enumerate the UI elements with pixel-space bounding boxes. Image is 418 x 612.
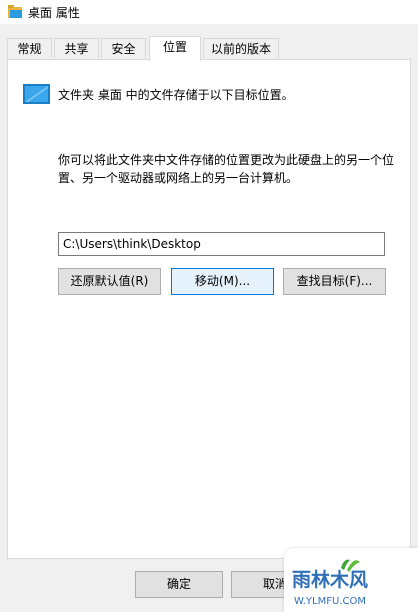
ok-button[interactable]: 确定: [135, 571, 223, 598]
tab-general[interactable]: 常规: [7, 38, 52, 58]
watermark-logo: 雨林木风 W.YLMFU.COM: [284, 548, 418, 612]
tab-security[interactable]: 安全: [101, 38, 146, 58]
tab-sharing[interactable]: 共享: [54, 38, 99, 58]
location-intro-text: 文件夹 桌面 中的文件存储于以下目标位置。: [58, 88, 294, 102]
move-button[interactable]: 移动(M)...: [171, 268, 274, 295]
find-target-button[interactable]: 查找目标(F)...: [283, 268, 386, 295]
tab-previous-versions[interactable]: 以前的版本: [203, 38, 279, 58]
tab-strip: 常规 共享 安全 位置 以前的版本: [7, 36, 411, 61]
folder-icon: [8, 5, 22, 18]
location-panel: 文件夹 桌面 中的文件存储于以下目标位置。 你可以将此文件夹中文件存储的位置更改…: [7, 59, 411, 559]
desktop-folder-icon: [23, 84, 50, 104]
location-description-text: 你可以将此文件夹中文件存储的位置更改为此硬盘上的另一个位置、另一个驱动器或网络上…: [58, 153, 395, 185]
window-title: 桌面 属性: [28, 6, 80, 20]
tab-location[interactable]: 位置: [149, 36, 201, 61]
watermark-url: W.YLMFU.COM: [294, 596, 366, 607]
watermark-brand: 雨林木风: [292, 568, 368, 591]
path-input[interactable]: [58, 232, 385, 256]
restore-default-button[interactable]: 还原默认值(R): [58, 268, 161, 295]
title-bar: 桌面 属性: [0, 0, 418, 24]
